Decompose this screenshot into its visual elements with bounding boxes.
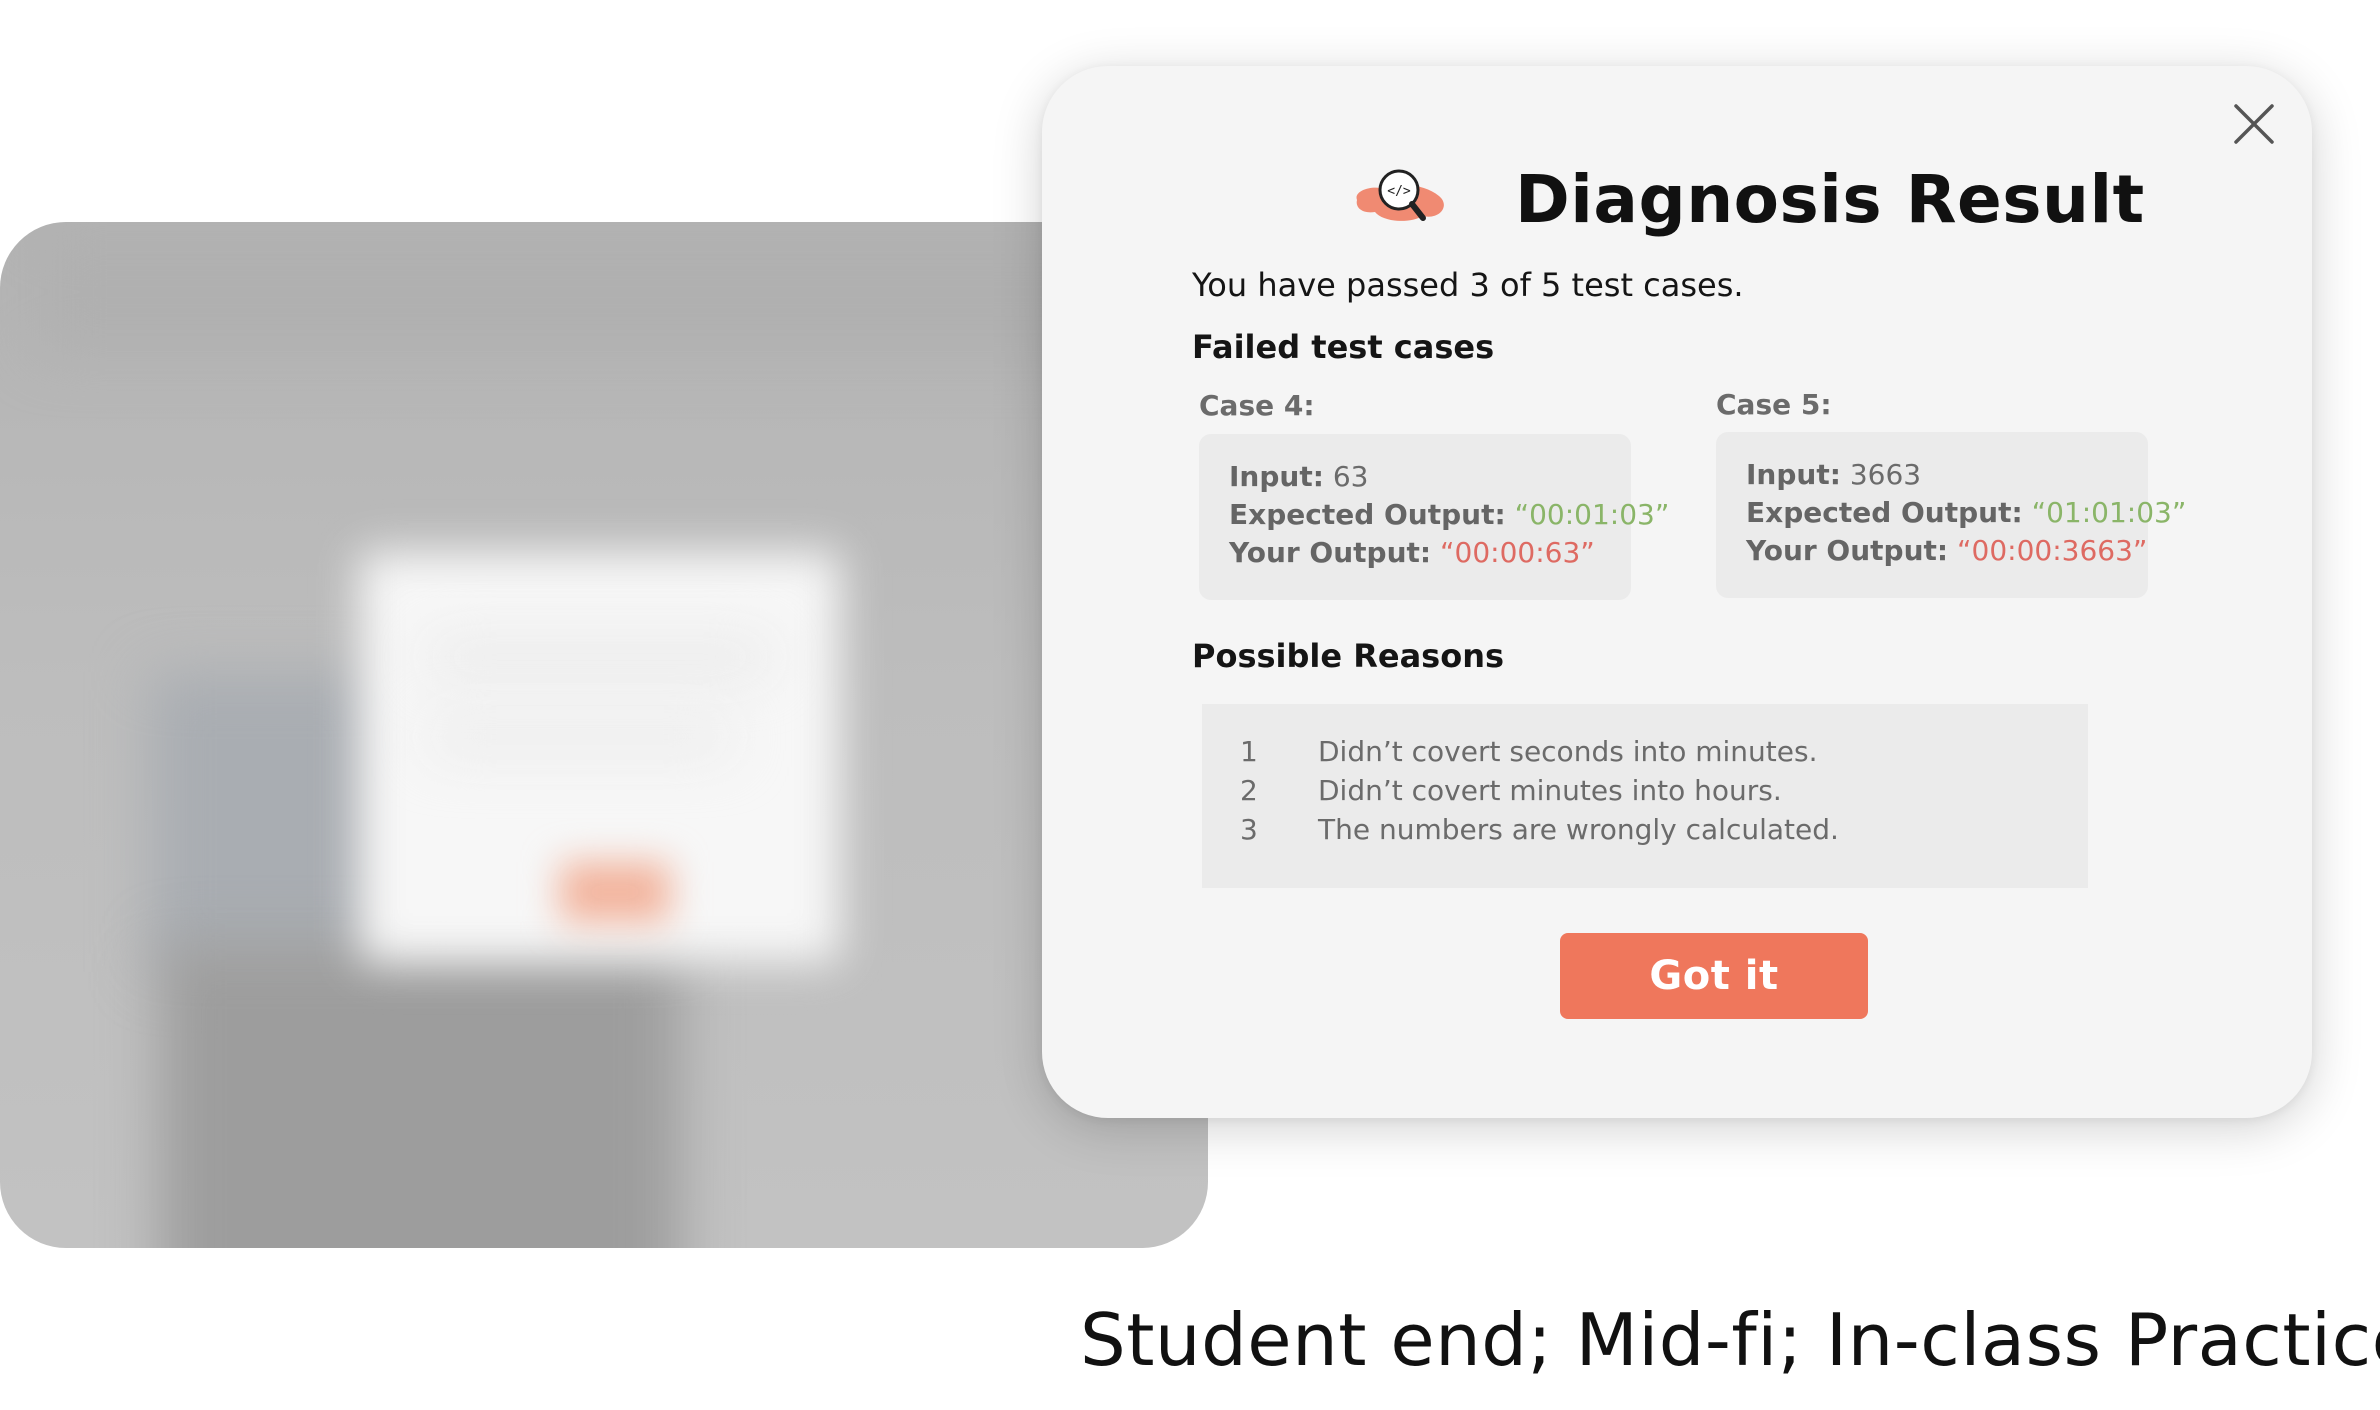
expected-value: “01:01:03” [2031,496,2187,529]
blurred-card-line [430,722,730,752]
close-button[interactable] [2224,94,2284,154]
reasons-list: 1 Didn’t covert seconds into minutes. 2 … [1202,704,2088,888]
case-input-line: Input: 3663 [1746,456,2148,494]
output-key: Your Output: [1229,536,1432,569]
case-expected-line: Expected Output: “00:01:03” [1229,496,1669,534]
dialog-header: </> Diagnosis Result [1347,144,2145,254]
blurred-card-line [430,642,770,672]
reason-text: Didn’t covert seconds into minutes. [1318,735,1818,768]
reason-text: The numbers are wrongly calculated. [1318,813,1839,846]
output-key: Your Output: [1746,534,1949,567]
expected-value: “00:01:03” [1514,498,1670,531]
stage: </> Diagnosis Result You have passed 3 o… [0,0,2380,1410]
input-key: Input: [1746,458,1841,491]
failed-cases-heading: Failed test cases [1192,328,1495,366]
magnifier-code-icon: </> [1356,169,1444,221]
case-card: Input: 63 Expected Output: “00:01:03” Yo… [1199,434,1669,600]
case-input-line: Input: 63 [1229,458,1631,496]
case-output-line: Your Output: “00:00:63” [1229,534,1631,572]
list-item: 2 Didn’t covert minutes into hours. [1240,771,2088,810]
case-label: Case 5: [1716,388,1832,421]
blurred-background-window [0,222,1208,1248]
blurred-accent-button [560,862,670,922]
output-value: “00:00:63” [1440,536,1595,569]
input-value: 63 [1332,460,1369,493]
blurred-side-panel [150,672,380,972]
pass-summary: You have passed 3 of 5 test cases. [1192,266,1744,304]
diagnosis-dialog: </> Diagnosis Result You have passed 3 o… [1042,66,2312,1118]
svg-text:</>: </> [1387,184,1411,199]
case-card: Input: 3663 Expected Output: “01:01:03” … [1716,432,2186,598]
slide-caption: Student end; Mid-fi; In-class Practice [1080,1298,2380,1382]
output-value: “00:00:3663” [1957,534,2148,567]
reason-number: 2 [1240,774,1258,807]
case-label: Case 4: [1199,389,1315,422]
case-output-line: Your Output: “00:00:3663” [1746,532,2148,570]
case-expected-line: Expected Output: “01:01:03” [1746,494,2186,532]
reason-number: 3 [1240,813,1258,846]
expected-key: Expected Output: [1229,498,1506,531]
expected-key: Expected Output: [1746,496,2023,529]
got-it-button[interactable]: Got it [1560,933,1868,1019]
reason-text: Didn’t covert minutes into hours. [1318,774,1782,807]
input-value: 3663 [1849,458,1922,491]
possible-reasons-heading: Possible Reasons [1192,637,1505,675]
close-icon [2234,104,2274,144]
input-key: Input: [1229,460,1324,493]
dialog-title: Diagnosis Result [1515,160,2145,238]
blurred-toolbar [40,232,1170,352]
blurred-bottom-block [160,942,680,1248]
list-item: 1 Didn’t covert seconds into minutes. [1240,732,2088,771]
list-item: 3 The numbers are wrongly calculated. [1240,810,2088,849]
reason-number: 1 [1240,735,1258,768]
